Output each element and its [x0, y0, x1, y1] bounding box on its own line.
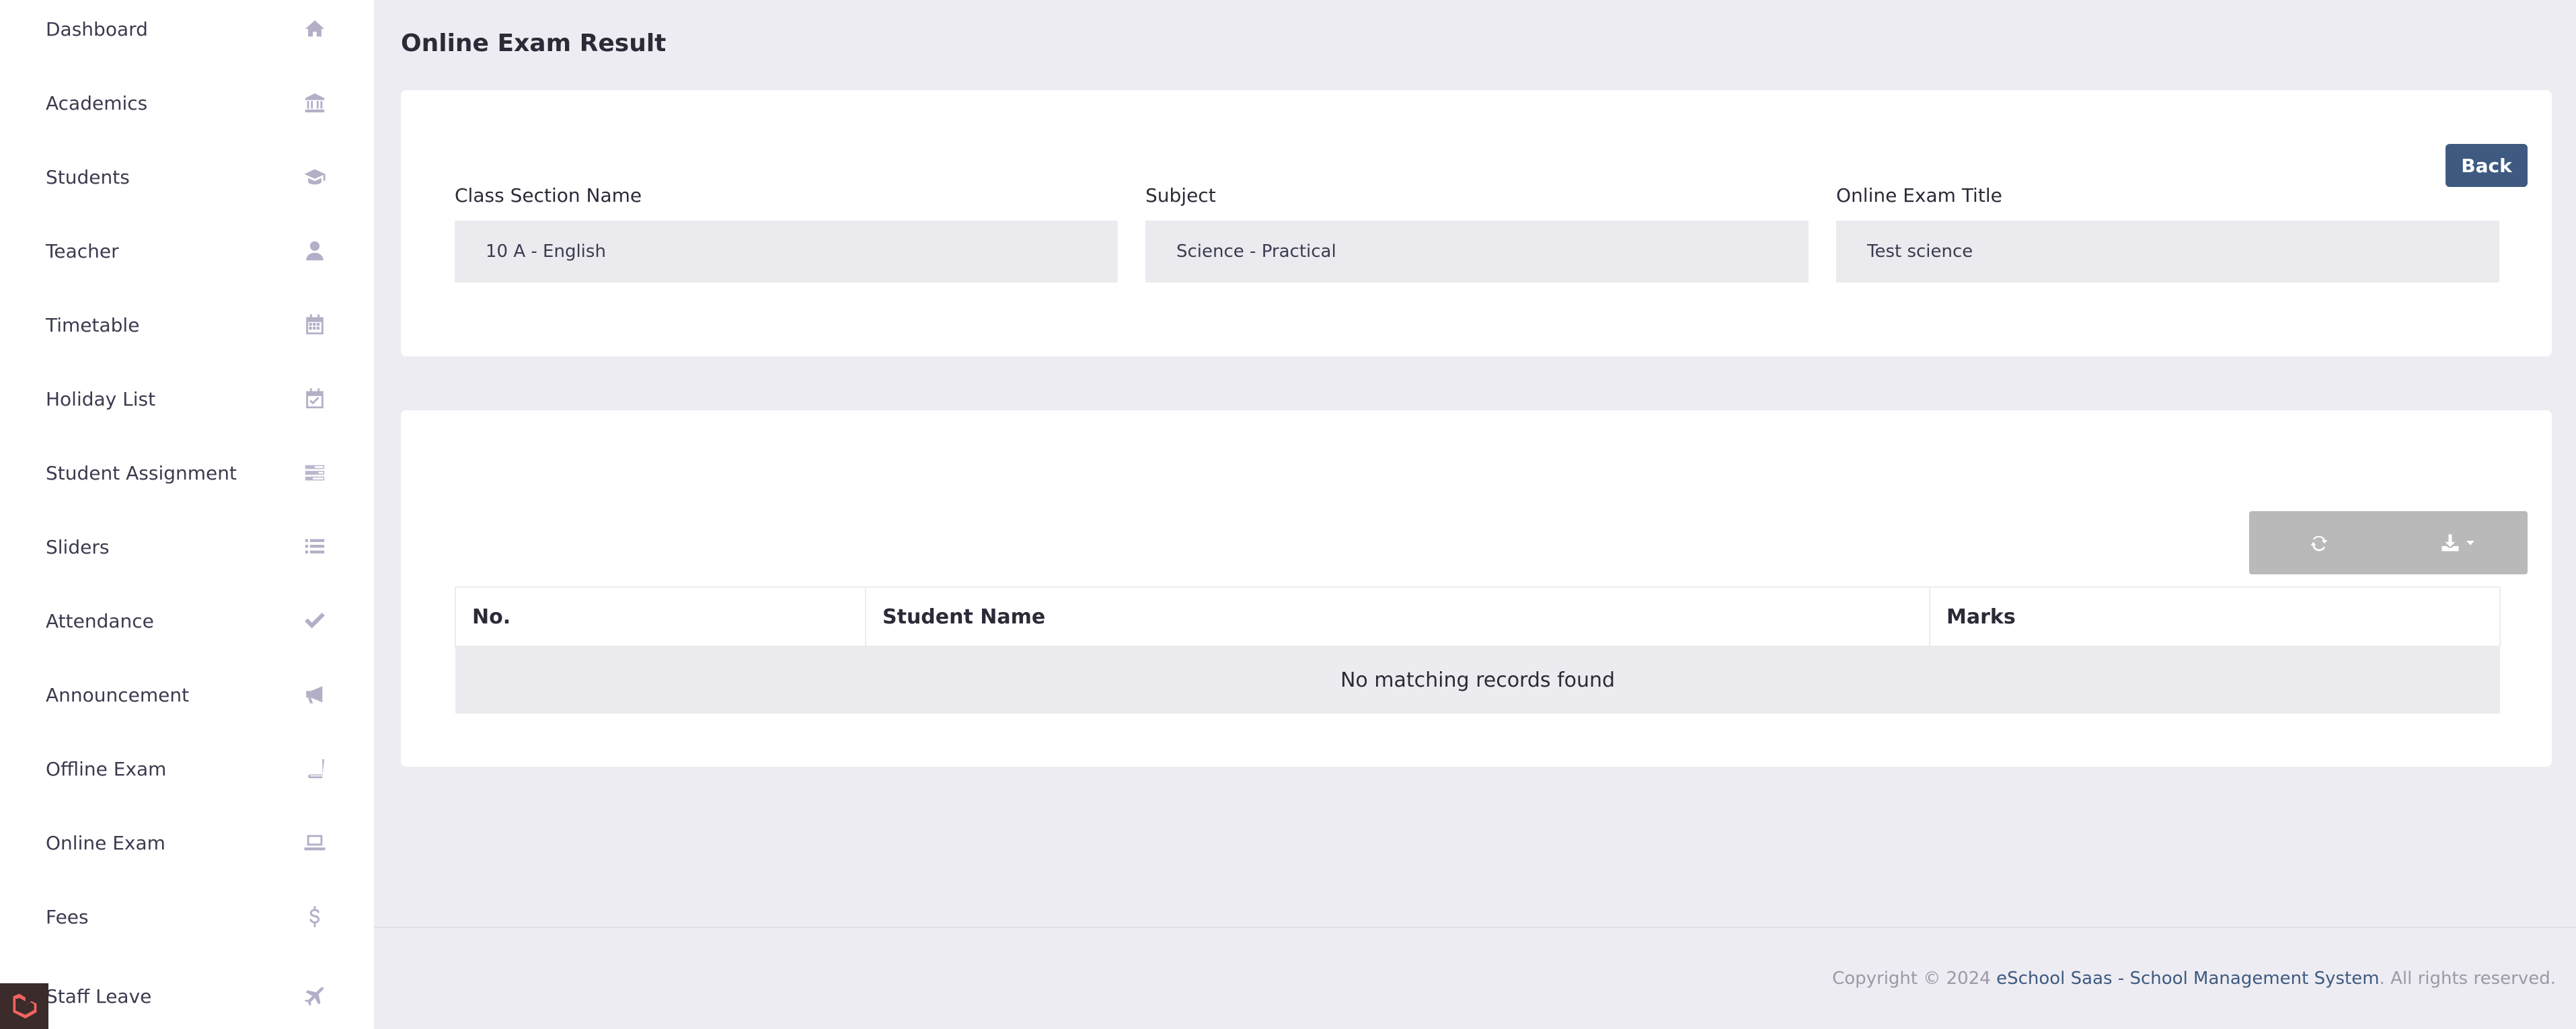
sidebar: Dashboard Academics Students Teacher Tim…	[0, 0, 374, 1029]
laravel-logo-icon[interactable]	[0, 983, 48, 1029]
sidebar-item-teacher[interactable]: Teacher	[0, 214, 374, 288]
empty-message: No matching records found	[455, 646, 2500, 714]
sidebar-item-label: Offline Exam	[46, 757, 167, 780]
sidebar-item-student-assignment[interactable]: Student Assignment	[0, 436, 374, 510]
sidebar-item-offline-exam[interactable]: Offline Exam	[0, 732, 374, 806]
sidebar-item-label: Dashboard	[46, 17, 148, 40]
plane-icon	[301, 983, 328, 1009]
copyright-suffix: . All rights reserved.	[2379, 968, 2556, 989]
footer-divider	[374, 927, 2576, 928]
copyright-prefix: Copyright © 2024	[1832, 968, 1997, 989]
class-section-field: Class Section Name 10 A - English	[455, 184, 1118, 282]
exam-title-field: Online Exam Title Test science	[1836, 184, 2499, 282]
sidebar-item-students[interactable]: Students	[0, 140, 374, 214]
class-section-input[interactable]: 10 A - English	[455, 221, 1118, 282]
calendar-grid-icon	[301, 311, 328, 338]
export-dropdown-button[interactable]	[2388, 511, 2528, 574]
download-icon	[2441, 534, 2458, 551]
check-icon	[301, 607, 328, 634]
sidebar-item-label: Students	[46, 165, 130, 188]
sidebar-item-label: Sliders	[46, 535, 110, 558]
class-section-label: Class Section Name	[455, 184, 642, 206]
sidebar-item-academics[interactable]: Academics	[0, 66, 374, 140]
sidebar-item-holiday-list[interactable]: Holiday List	[0, 362, 374, 436]
back-button[interactable]: Back	[2446, 144, 2528, 187]
laptop-icon	[301, 829, 328, 856]
subject-label: Subject	[1145, 184, 1216, 206]
subject-input[interactable]: Science - Practical	[1145, 221, 1809, 282]
refresh-button[interactable]	[2249, 511, 2388, 574]
sidebar-item-label: Fees	[46, 905, 89, 928]
sidebar-item-online-exam[interactable]: Online Exam	[0, 806, 374, 880]
subject-field: Subject Science - Practical	[1145, 184, 1809, 282]
exam-title-label: Online Exam Title	[1836, 184, 2002, 206]
sidebar-item-label: Online Exam	[46, 831, 165, 854]
sidebar-item-label: Staff Leave	[46, 985, 152, 1007]
list-icon	[301, 533, 328, 560]
sidebar-item-label: Holiday List	[46, 387, 156, 410]
filters-card: Back Class Section Name 10 A - English S…	[401, 90, 2552, 356]
sidebar-item-label: Teacher	[46, 239, 119, 262]
tasks-icon	[301, 459, 328, 486]
footer: Copyright © 2024 eSchool Saas - School M…	[1832, 968, 2556, 989]
graduation-cap-icon	[301, 163, 328, 190]
column-header-student-name[interactable]: Student Name	[865, 586, 1930, 647]
caret-down-icon	[2466, 541, 2474, 545]
sidebar-item-label: Attendance	[46, 609, 154, 632]
home-icon	[301, 15, 328, 42]
results-card: No. Student Name Marks No matching recor…	[401, 410, 2552, 767]
table-row: No matching records found	[455, 646, 2500, 714]
sidebar-item-fees[interactable]: Fees	[0, 880, 374, 954]
dollar-icon	[301, 903, 328, 930]
results-table: No. Student Name Marks No matching recor…	[455, 586, 2501, 714]
sidebar-item-label: Academics	[46, 91, 148, 114]
sidebar-item-attendance[interactable]: Attendance	[0, 584, 374, 658]
sidebar-item-staff-leave[interactable]: Staff Leave	[0, 959, 374, 1029]
exam-title-input[interactable]: Test science	[1836, 221, 2499, 282]
university-icon	[301, 89, 328, 116]
sidebar-item-announcement[interactable]: Announcement	[0, 658, 374, 732]
sidebar-item-sliders[interactable]: Sliders	[0, 510, 374, 584]
main-content: Online Exam Result Back Class Section Na…	[374, 0, 2576, 1029]
sidebar-item-label: Timetable	[46, 313, 140, 336]
page-title: Online Exam Result	[401, 30, 667, 57]
brand-link[interactable]: eSchool Saas - School Management System	[1996, 968, 2379, 989]
sidebar-item-dashboard[interactable]: Dashboard	[0, 0, 374, 66]
book-icon	[301, 755, 328, 782]
column-header-no[interactable]: No.	[455, 586, 866, 647]
calendar-check-icon	[301, 385, 328, 412]
refresh-icon	[2310, 535, 2327, 551]
sidebar-item-label: Student Assignment	[46, 461, 237, 484]
user-icon	[301, 237, 328, 264]
sidebar-item-label: Announcement	[46, 683, 190, 706]
bullhorn-icon	[301, 681, 328, 708]
column-header-marks[interactable]: Marks	[1929, 586, 2501, 647]
sidebar-item-timetable[interactable]: Timetable	[0, 288, 374, 362]
table-toolbar	[2249, 511, 2528, 574]
table-header-row: No. Student Name Marks	[455, 586, 2501, 647]
